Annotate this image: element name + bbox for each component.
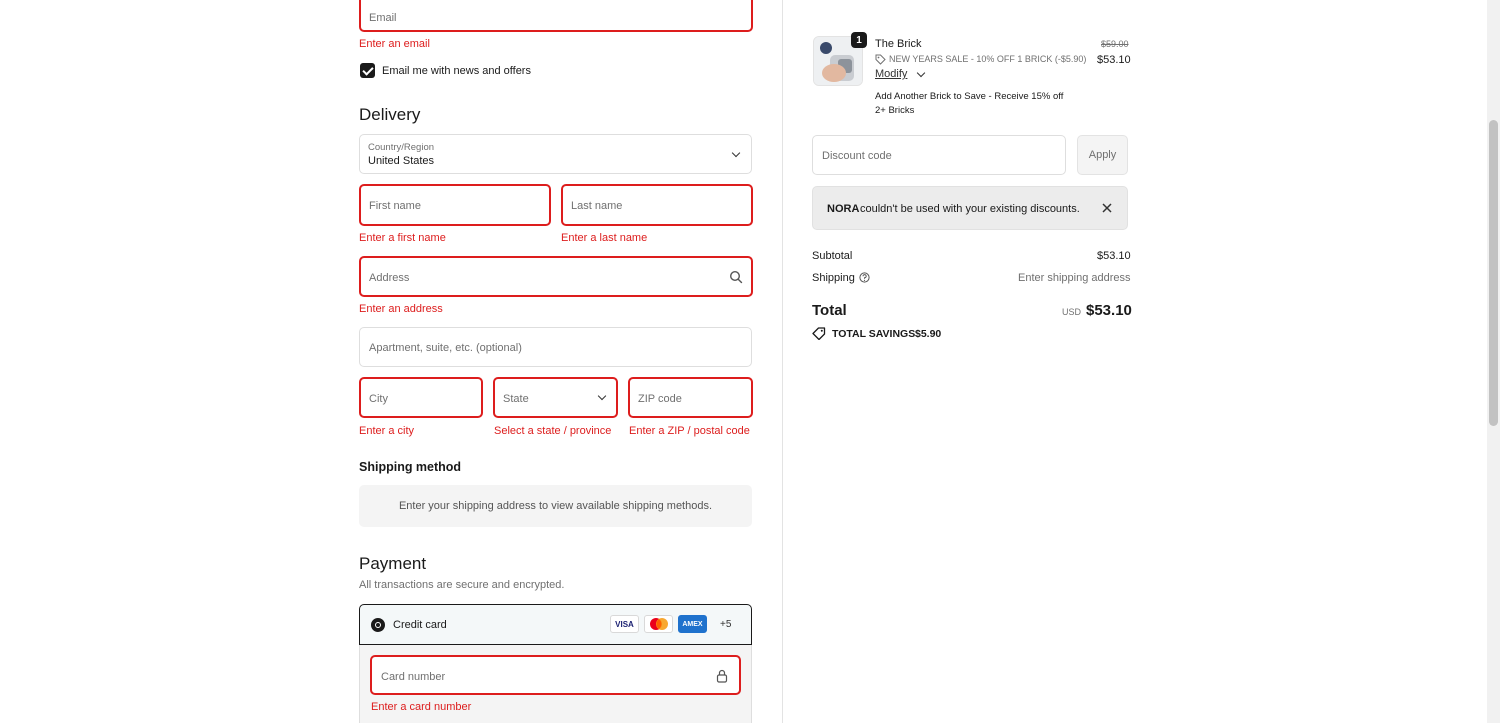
- product-price: $53.10: [1097, 54, 1131, 66]
- shipping-method-heading: Shipping method: [359, 460, 462, 474]
- subtotal-label: Subtotal: [812, 250, 853, 262]
- total-label: Total: [812, 302, 847, 319]
- newsletter-checkbox[interactable]: [360, 63, 375, 78]
- discount-placeholder: Discount code: [822, 150, 892, 162]
- address-placeholder: Address: [369, 272, 410, 284]
- product-name: The Brick: [875, 38, 922, 50]
- discount-code-input[interactable]: Discount code: [812, 135, 1066, 175]
- savings-value: $5.90: [915, 328, 942, 340]
- email-field[interactable]: Email: [359, 0, 753, 32]
- payment-heading: Payment: [359, 554, 427, 573]
- lock-icon: [716, 669, 728, 683]
- notice-code: NORA: [827, 203, 860, 215]
- modify-link[interactable]: Modify: [875, 68, 907, 80]
- visa-icon: VISA: [610, 615, 639, 633]
- last-name-field[interactable]: Last name: [561, 184, 753, 226]
- country-label: Country/Region: [368, 142, 435, 153]
- shipping-method-notice: Enter your shipping address to view avai…: [359, 485, 752, 527]
- address-field[interactable]: Address: [359, 256, 753, 297]
- savings-tag-icon: [812, 327, 826, 340]
- city-field[interactable]: City: [359, 377, 483, 418]
- visa-text: VISA: [615, 619, 634, 629]
- first-name-field[interactable]: First name: [359, 184, 551, 226]
- zip-placeholder: ZIP code: [638, 393, 682, 405]
- discount-line: NEW YEARS SALE - 10% OFF 1 BRICK (-$5.90…: [889, 54, 1087, 64]
- help-circle-icon[interactable]: [859, 272, 870, 283]
- amex-icon: AMEX: [678, 615, 707, 633]
- last-name-placeholder: Last name: [571, 200, 623, 212]
- country-value: United States: [368, 155, 435, 167]
- original-price: $59.00: [1101, 39, 1129, 49]
- country-select[interactable]: Country/Region United States: [359, 134, 752, 174]
- shipping-label: Shipping: [812, 272, 855, 284]
- email-placeholder: Email: [369, 12, 397, 24]
- more-cards-count: +5: [720, 619, 732, 630]
- card-number-placeholder: Card number: [381, 671, 446, 683]
- total-value: $53.10: [1086, 302, 1132, 319]
- checkout-page: Email Enter an email Email me with news …: [0, 0, 1500, 723]
- state-select[interactable]: State: [493, 377, 618, 418]
- shipping-value: Enter shipping address: [1018, 272, 1131, 284]
- address-error: Enter an address: [359, 303, 443, 315]
- shipping-method-message: Enter your shipping address to view avai…: [398, 500, 713, 512]
- checkout-form: Email Enter an email Email me with news …: [0, 0, 782, 723]
- payment-subtitle: All transactions are secure and encrypte…: [359, 579, 565, 591]
- currency-code: USD: [1062, 307, 1082, 317]
- search-icon: [729, 270, 743, 284]
- newsletter-label: Email me with news and offers: [382, 65, 531, 77]
- savings-label: TOTAL SAVINGS: [832, 328, 916, 340]
- close-icon[interactable]: [1101, 202, 1113, 214]
- credit-card-label: Credit card: [393, 619, 447, 631]
- zip-field[interactable]: ZIP code: [628, 377, 753, 418]
- discount-notice: NORA couldn't be used with your existing…: [812, 186, 1128, 230]
- delivery-heading: Delivery: [359, 105, 421, 124]
- tag-icon: [875, 54, 886, 65]
- card-number-field[interactable]: Card number: [370, 655, 741, 695]
- amex-text: AMEX: [682, 620, 703, 628]
- mastercard-icon: [649, 618, 668, 630]
- upsell-text: Add Another Brick to Save - Receive 15% …: [875, 91, 1064, 116]
- chevron-down-icon: [597, 391, 607, 401]
- first-name-placeholder: First name: [369, 200, 421, 212]
- chevron-down-icon: [731, 148, 741, 158]
- subtotal-value: $53.10: [1097, 250, 1131, 262]
- quantity-badge: 1: [851, 32, 867, 48]
- apartment-placeholder: Apartment, suite, etc. (optional): [369, 342, 522, 354]
- state-placeholder: State: [503, 393, 529, 405]
- apply-button[interactable]: Apply: [1077, 135, 1128, 175]
- scrollbar-thumb[interactable]: [1489, 120, 1498, 426]
- notice-text: couldn't be used with your existing disc…: [860, 203, 1080, 215]
- zip-error: Enter a ZIP / postal code: [629, 425, 750, 437]
- mastercard-icon: [644, 615, 673, 633]
- email-error: Enter an email: [359, 38, 430, 50]
- first-name-error: Enter a first name: [359, 232, 446, 244]
- apartment-field[interactable]: Apartment, suite, etc. (optional): [359, 327, 752, 367]
- credit-card-radio[interactable]: [371, 618, 385, 632]
- city-error: Enter a city: [359, 425, 415, 437]
- state-error: Select a state / province: [494, 425, 612, 437]
- last-name-error: Enter a last name: [561, 232, 648, 244]
- city-placeholder: City: [369, 393, 388, 405]
- card-number-error: Enter a card number: [371, 701, 472, 713]
